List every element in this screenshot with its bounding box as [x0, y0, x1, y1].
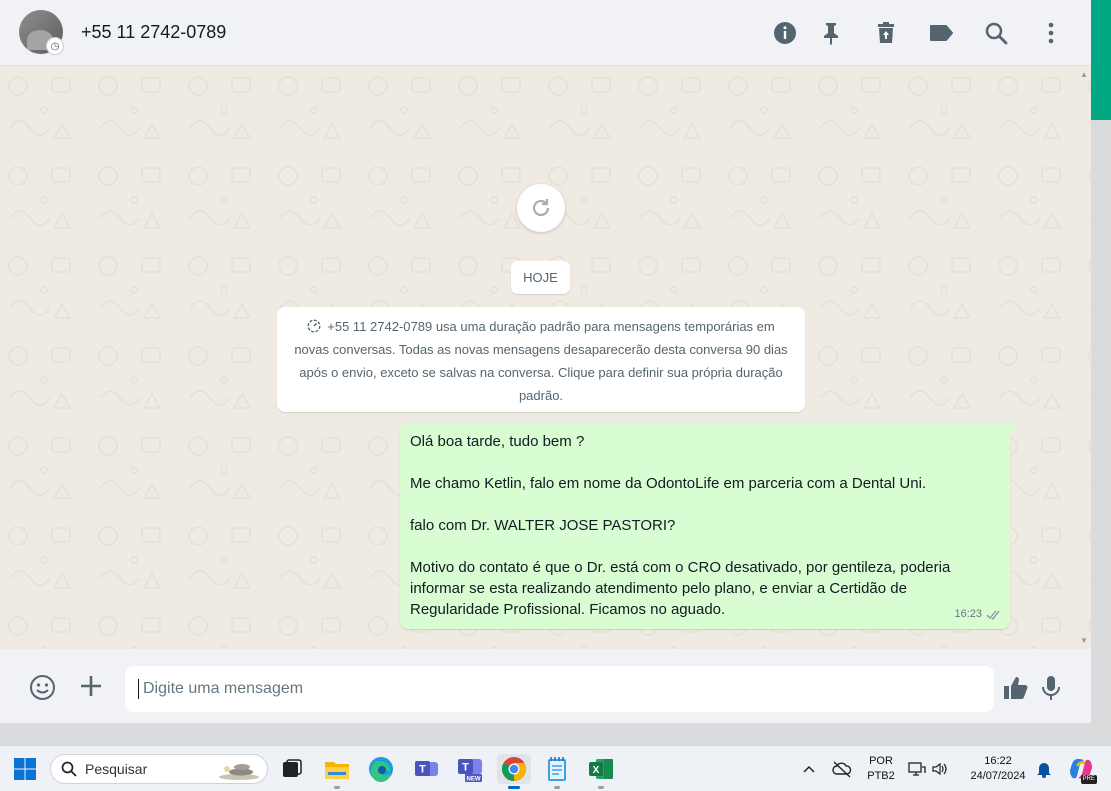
refresh-icon — [532, 199, 550, 217]
show-hidden-icons-chevron-icon[interactable] — [797, 754, 821, 784]
app-running-indicator — [554, 786, 560, 789]
chat-header: ◷ +55 11 2742-0789 — [0, 0, 1091, 66]
copilot-preview-badge: PRE — [1080, 775, 1097, 784]
app-active-indicator — [508, 786, 520, 789]
load-older-messages-button[interactable] — [517, 184, 565, 232]
message-input[interactable] — [125, 666, 994, 712]
svg-text:X: X — [593, 765, 600, 776]
search-icon — [61, 761, 77, 777]
delete-icon[interactable] — [873, 20, 899, 46]
taskbar-search-box[interactable]: Pesquisar — [50, 754, 268, 784]
mic-icon[interactable] — [1039, 674, 1063, 702]
message-line: falo com Dr. WALTER JOSE PASTORI? — [410, 517, 676, 534]
language-code: POR — [869, 755, 893, 767]
excel-icon[interactable]: X — [586, 754, 616, 789]
input-language-indicator[interactable]: POR PTB2 — [862, 754, 900, 784]
search-label: Pesquisar — [85, 761, 148, 777]
svg-text:T: T — [419, 764, 426, 776]
timer-icon — [307, 319, 321, 333]
label-icon[interactable] — [928, 20, 954, 46]
disappearing-messages-notice[interactable]: +55 11 2742-0789 usa uma duração padrão … — [277, 307, 805, 412]
window-bottom-gap — [0, 723, 1091, 745]
file-explorer-icon[interactable] — [322, 754, 352, 789]
volume-icon[interactable] — [928, 754, 952, 784]
double-check-icon — [986, 610, 1000, 620]
message-time: 16:23 — [954, 608, 982, 620]
app-running-indicator — [598, 786, 604, 789]
search-icon[interactable] — [983, 20, 1009, 46]
clock-date: 24/07/2024 — [970, 770, 1026, 782]
message-line: Motivo do contato é que o Dr. está com o… — [410, 559, 955, 618]
notice-text: +55 11 2742-0789 usa uma duração padrão … — [294, 319, 788, 403]
chat-area[interactable]: ▲ ▼ HOJE +55 11 2742-0789 usa uma duraçã… — [0, 66, 1091, 649]
teams-icon[interactable]: T — [411, 754, 441, 784]
notepad-icon[interactable] — [542, 754, 572, 789]
onedrive-offline-icon[interactable] — [829, 754, 855, 784]
windows-taskbar: Pesquisar T T NEW X POR PTB2 16:22 24/07… — [0, 745, 1111, 791]
system-clock[interactable]: 16:22 24/07/2024 — [962, 754, 1034, 784]
scroll-up-arrow-icon[interactable]: ▲ — [1080, 70, 1088, 79]
svg-text:T: T — [462, 762, 469, 774]
svg-text:NEW: NEW — [467, 777, 481, 783]
plus-icon[interactable] — [78, 673, 104, 699]
menu-icon[interactable] — [1038, 20, 1064, 46]
teams-new-icon[interactable]: T NEW — [455, 754, 485, 784]
message-meta: 16:23 — [954, 604, 1002, 625]
search-highlight-icon — [219, 764, 259, 780]
text-caret — [138, 679, 139, 699]
copilot-icon[interactable]: PRE — [1065, 754, 1097, 784]
edge-icon[interactable] — [366, 754, 396, 784]
notification-bell-icon[interactable] — [1032, 754, 1056, 784]
emoji-icon[interactable] — [28, 673, 56, 701]
scroll-down-arrow-icon[interactable]: ▼ — [1080, 636, 1088, 645]
contact-name[interactable]: +55 11 2742-0789 — [81, 22, 226, 43]
message-composer — [0, 649, 1091, 723]
thumbs-up-icon[interactable] — [1002, 674, 1030, 702]
start-icon[interactable] — [10, 754, 40, 784]
message-line: Olá boa tarde, tudo bem ? — [410, 433, 585, 450]
network-icon[interactable] — [905, 754, 929, 784]
date-divider: HOJE — [511, 261, 570, 294]
clock-time: 16:22 — [984, 755, 1012, 767]
accent-bar — [1091, 0, 1111, 120]
pin-icon[interactable] — [818, 20, 844, 46]
outgoing-message-bubble[interactable]: Olá boa tarde, tudo bem ? Me chamo Ketli… — [400, 424, 1018, 629]
info-icon[interactable] — [772, 20, 798, 46]
keyboard-layout: PTB2 — [867, 770, 895, 782]
disappearing-timer-badge-icon: ◷ — [46, 37, 64, 55]
task-view-icon[interactable] — [277, 754, 307, 784]
app-running-indicator — [334, 786, 340, 789]
message-line: Me chamo Ketlin, falo em nome da OdontoL… — [410, 475, 927, 492]
chrome-icon[interactable] — [497, 754, 531, 789]
